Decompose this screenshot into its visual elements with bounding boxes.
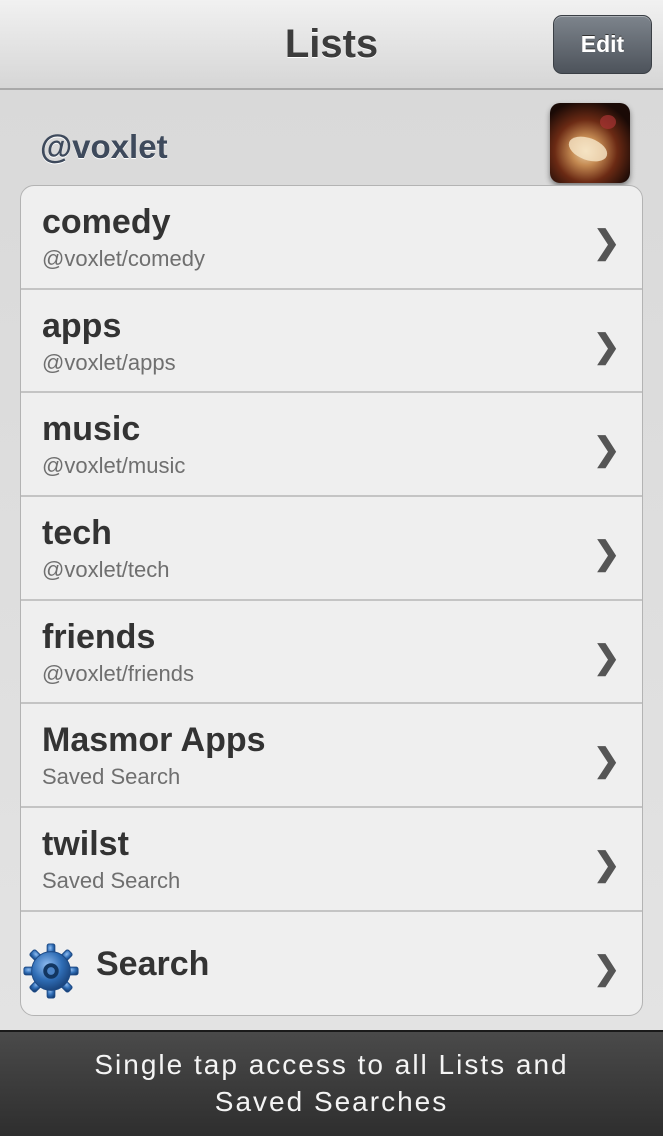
list-item-title: music: [42, 410, 141, 449]
list-item[interactable]: music @voxlet/music ❯: [21, 393, 642, 498]
caption-line-1: Single tap access to all Lists and: [94, 1049, 569, 1080]
search-label: Search: [96, 944, 210, 983]
list-item-title: Masmor Apps: [42, 721, 266, 760]
avatar-highlight: [565, 131, 611, 167]
list-item-subtitle: @voxlet/comedy: [42, 246, 205, 271]
list-item[interactable]: friends @voxlet/friends ❯: [21, 601, 642, 705]
list-item[interactable]: Masmor Apps Saved Search ❯: [21, 704, 642, 809]
avatar[interactable]: [550, 103, 630, 183]
list-item-title: apps: [42, 306, 122, 345]
chevron-right-icon: ❯: [593, 535, 620, 572]
caption-line-2: Saved Searches: [214, 1086, 449, 1117]
list-item-subtitle: Saved Search: [42, 868, 181, 894]
list-item-title: friends: [42, 617, 156, 656]
promo-caption: Single tap access to all Lists and Saved…: [0, 1030, 663, 1136]
chevron-right-icon: ❯: [593, 638, 620, 675]
list-item-subtitle: @voxlet/tech: [42, 557, 170, 583]
edit-button[interactable]: Edit: [553, 15, 652, 74]
lists-table: comedy @voxlet/comedy ❯ apps @voxlet/app…: [20, 185, 643, 1016]
list-item-subtitle: Saved Search: [42, 764, 181, 790]
chevron-right-icon: ❯: [593, 327, 620, 364]
navigation-bar: Lists Edit: [0, 0, 663, 90]
list-item-title: twilst: [42, 825, 129, 864]
chevron-right-icon: ❯: [593, 431, 620, 468]
lists-screen: @voxlet comedy @voxlet/comedy ❯ apps @vo…: [0, 90, 663, 1030]
list-item-subtitle: @voxlet/friends: [42, 660, 194, 686]
list-item-subtitle: @voxlet/music: [42, 453, 186, 479]
chevron-right-icon: ❯: [593, 224, 620, 260]
list-item[interactable]: twilst Saved Search ❯: [21, 808, 642, 912]
list-item-title: comedy: [42, 203, 171, 241]
list-item-title: tech: [42, 514, 112, 553]
list-item[interactable]: tech @voxlet/tech ❯: [21, 497, 642, 601]
list-item[interactable]: comedy @voxlet/comedy ❯: [21, 186, 642, 290]
chevron-right-icon: ❯: [593, 742, 620, 779]
search-row[interactable]: Search ❯: [21, 912, 642, 1015]
list-item-subtitle: @voxlet/apps: [42, 349, 176, 375]
chevron-right-icon: ❯: [593, 846, 620, 883]
avatar-accent: [600, 115, 616, 129]
account-handle: @voxlet: [40, 128, 168, 165]
chevron-right-icon: ❯: [593, 949, 620, 986]
list-item[interactable]: apps @voxlet/apps ❯: [21, 290, 642, 394]
gear-icon: [23, 943, 79, 999]
